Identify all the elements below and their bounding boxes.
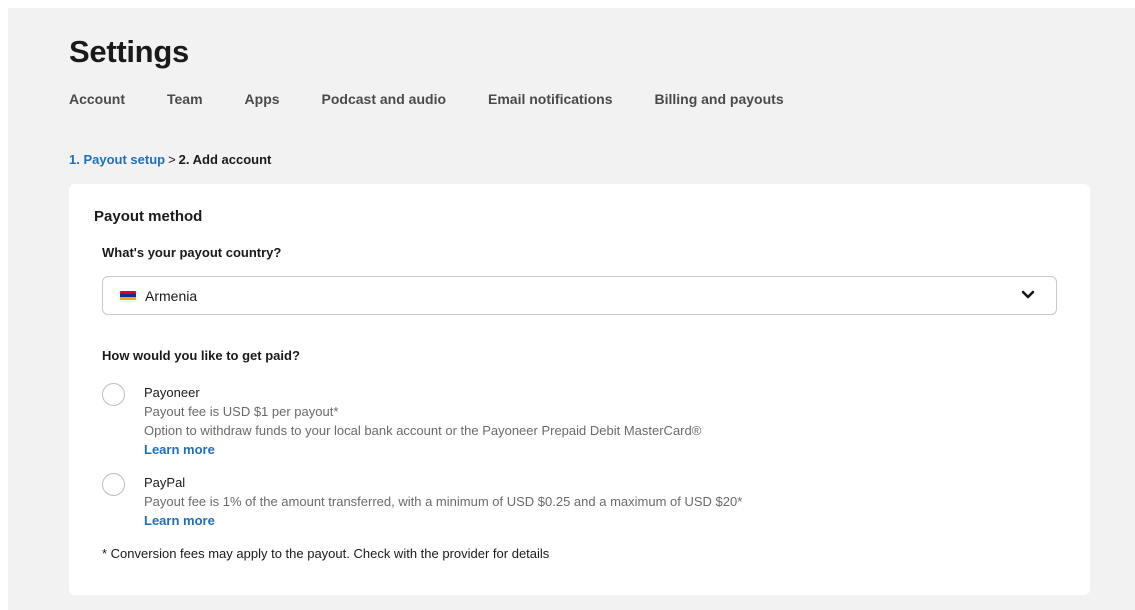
tab-apps[interactable]: Apps — [245, 91, 280, 107]
paypal-details: PayPal Payout fee is 1% of the amount tr… — [144, 473, 742, 530]
payout-country-select[interactable]: Armenia — [102, 276, 1057, 315]
page-title: Settings — [69, 34, 189, 69]
breadcrumb-separator: > — [168, 152, 176, 167]
paypal-learn-more-link[interactable]: Learn more — [144, 511, 215, 530]
payoneer-learn-more-link[interactable]: Learn more — [144, 440, 215, 459]
payoneer-description: Option to withdraw funds to your local b… — [144, 423, 702, 438]
payoneer-name: Payoneer — [144, 385, 200, 400]
card-title: Payout method — [94, 208, 203, 225]
armenia-flag-icon — [120, 290, 136, 301]
settings-tabs: Account Team Apps Podcast and audio Emai… — [69, 91, 826, 107]
payoneer-radio[interactable] — [102, 383, 125, 406]
tab-team[interactable]: Team — [167, 91, 203, 107]
tab-account[interactable]: Account — [69, 91, 125, 107]
selected-country: Armenia — [145, 287, 198, 304]
tab-billing-and-payouts[interactable]: Billing and payouts — [654, 91, 783, 107]
flag-stripe-orange — [120, 297, 136, 301]
paypal-radio[interactable] — [102, 473, 125, 496]
payout-method-card: Payout method What's your payout country… — [69, 184, 1090, 595]
settings-page: Settings Account Team Apps Podcast and a… — [8, 8, 1135, 610]
payout-method-label: How would you like to get paid? — [102, 348, 300, 363]
payout-country-label: What's your payout country? — [102, 245, 282, 260]
breadcrumb-current-step: 2. Add account — [178, 152, 272, 167]
conversion-fee-footnote: * Conversion fees may apply to the payou… — [102, 546, 550, 561]
paypal-name: PayPal — [144, 475, 186, 490]
payoneer-details: Payoneer Payout fee is USD $1 per payout… — [144, 383, 701, 459]
breadcrumb-payout-setup-link[interactable]: 1. Payout setup — [69, 152, 165, 167]
paypal-fee-text: Payout fee is 1% of the amount transferr… — [144, 494, 743, 509]
breadcrumb: 1. Payout setup >2. Add account — [69, 152, 271, 167]
payoneer-fee-text: Payout fee is USD $1 per payout* — [144, 404, 339, 419]
chevron-down-icon — [1021, 290, 1035, 299]
tab-email-notifications[interactable]: Email notifications — [488, 91, 612, 107]
tab-podcast-and-audio[interactable]: Podcast and audio — [322, 91, 446, 107]
